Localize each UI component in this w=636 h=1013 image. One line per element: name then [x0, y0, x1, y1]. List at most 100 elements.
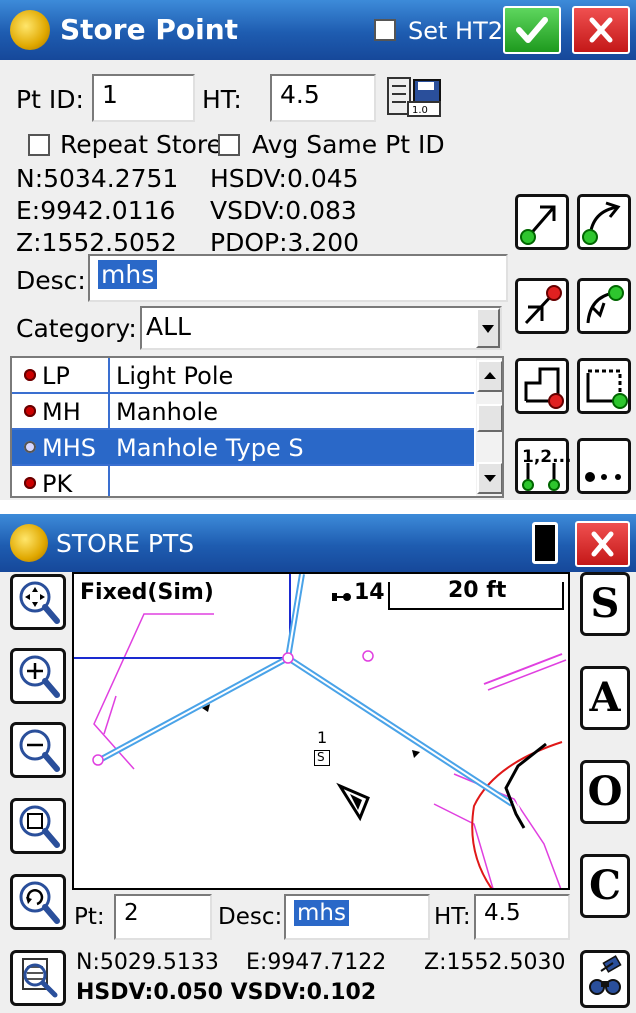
arc-end-green-icon: [586, 285, 624, 324]
easting-readout: E:9942.0116: [16, 196, 176, 225]
ht-input[interactable]: 4.5: [270, 74, 376, 122]
easting-readout: E:9947.7122: [246, 950, 387, 975]
sequence-store-button[interactable]: 1,2...: [515, 438, 572, 494]
scroll-up-button[interactable]: [477, 360, 502, 392]
zoom-previous-button[interactable]: [10, 874, 66, 930]
list-item[interactable]: PK: [12, 466, 474, 498]
list-item-code: MH: [42, 398, 81, 426]
store-arc-start-button[interactable]: [577, 194, 631, 250]
list-item-selected[interactable]: MHS Manhole Type S: [12, 430, 474, 466]
rectangle-button[interactable]: [577, 358, 631, 414]
satellite-binoculars-icon: [589, 955, 622, 995]
zoom-extents-button[interactable]: [10, 574, 66, 630]
set-ht2-label: Set HT2: [408, 17, 504, 45]
ht-calculator-icon: 1.0: [387, 77, 441, 117]
polygon-close-red-icon: [524, 367, 564, 409]
pt-label: Pt:: [74, 904, 105, 930]
desc-label: Desc:: [218, 904, 283, 930]
ellipsis-icon: [585, 472, 621, 482]
store-button-o[interactable]: O: [580, 760, 630, 824]
ht-input[interactable]: 4.5: [474, 894, 570, 940]
app-helmet-icon: [10, 524, 48, 562]
chevron-down-icon: [482, 325, 494, 333]
hsdv-readout: HSDV:0.045: [210, 164, 359, 193]
pt-input[interactable]: 2: [114, 894, 212, 940]
store-point-titlebar: Store Point Set HT2: [0, 0, 636, 60]
ht-label: HT:: [202, 85, 242, 114]
vsdv-readout: VSDV:0.083: [210, 196, 357, 225]
ok-button[interactable]: [503, 6, 561, 54]
more-options-button[interactable]: [577, 438, 631, 494]
store-line-end-button[interactable]: [515, 278, 569, 334]
elevation-readout: Z:1552.5052: [16, 228, 177, 257]
close-button[interactable]: [575, 521, 630, 567]
close-button[interactable]: [572, 6, 630, 54]
panel-divider: [0, 500, 636, 514]
line-end-red-icon: [524, 285, 562, 325]
list-item-code: PK: [42, 470, 73, 498]
store-pts-panel: Fixed(Sim) 14 20 ft 1 S Pt: 2 Desc: mhs …: [0, 572, 636, 1013]
zoom-extents-icon: [19, 581, 60, 624]
window-title: STORE PTS: [56, 529, 195, 558]
zoom-previous-icon: [19, 881, 60, 924]
category-dropdown-arrow[interactable]: [476, 308, 500, 348]
standard-deviation-readout: HSDV:0.050 VSDV:0.102: [76, 980, 377, 1005]
list-item[interactable]: LP Light Pole: [12, 358, 474, 394]
zoom-out-button[interactable]: [10, 722, 66, 778]
desc-input[interactable]: mhs: [88, 254, 508, 302]
desc-label: Desc:: [16, 266, 86, 295]
scroll-thumb[interactable]: [477, 404, 502, 432]
window-title: Store Point: [60, 13, 239, 46]
list-item-code: LP: [42, 362, 70, 390]
list-item-name: Light Pole: [116, 362, 234, 390]
category-select[interactable]: ALL: [140, 306, 502, 350]
map-view[interactable]: Fixed(Sim) 14 20 ft 1 S: [72, 572, 570, 890]
store-button-a[interactable]: A: [580, 666, 630, 730]
battery-icon: [532, 522, 558, 564]
point-list-button[interactable]: [10, 950, 66, 1006]
point-dot-icon: [24, 477, 36, 489]
rectangle-green-icon: [586, 369, 628, 409]
store-button-c[interactable]: C: [580, 854, 630, 918]
store-pts-titlebar: STORE PTS: [0, 514, 636, 572]
store-button-s[interactable]: S: [580, 572, 630, 636]
zoom-window-button[interactable]: [10, 798, 66, 854]
desc-selected-text: mhs: [294, 900, 349, 926]
avg-same-pt-checkbox[interactable]: [218, 134, 240, 156]
pt-id-label: Pt ID:: [16, 85, 84, 114]
checkmark-icon: [516, 17, 548, 43]
list-item-name: Manhole: [116, 398, 218, 426]
list-item-code: MHS: [42, 434, 96, 462]
point-code-label: S: [317, 750, 325, 764]
code-list: LP Light Pole MH Manhole MHS Manhole Typ…: [10, 356, 504, 498]
list-scrollbar[interactable]: [476, 358, 502, 496]
point-dot-icon: [24, 441, 36, 453]
list-item-name: Manhole Type S: [116, 434, 304, 462]
zoom-in-button[interactable]: [10, 648, 66, 704]
ht-calculator-button[interactable]: 1.0: [386, 76, 444, 120]
store-offset-start-button[interactable]: [515, 194, 569, 250]
zoom-window-icon: [19, 805, 60, 848]
desc-input[interactable]: mhs: [284, 894, 430, 940]
category-value: ALL: [146, 312, 191, 341]
store-point-panel: Pt ID: 1 HT: 4.5 1.0 Repeat Store Avg Sa…: [0, 60, 636, 500]
point-marker[interactable]: S: [314, 750, 330, 766]
category-label: Category:: [16, 314, 137, 343]
pdop-readout: PDOP:3.200: [210, 228, 360, 257]
pt-id-input[interactable]: 1: [92, 74, 195, 122]
elevation-readout: Z:1552.5030: [424, 950, 566, 975]
set-ht2-checkbox[interactable]: [374, 19, 396, 41]
avg-same-pt-label: Avg Same Pt ID: [252, 130, 445, 159]
point-dot-icon: [24, 369, 36, 381]
ht-label: HT:: [434, 904, 471, 930]
northing-readout: N:5029.5133: [76, 950, 219, 975]
zoom-out-icon: [19, 729, 60, 772]
chevron-up-icon: [484, 372, 496, 379]
repeat-store-checkbox[interactable]: [28, 134, 50, 156]
close-polygon-button[interactable]: [515, 358, 569, 414]
list-item[interactable]: MH Manhole: [12, 394, 474, 430]
scroll-down-button[interactable]: [477, 462, 502, 494]
store-arc-end-button[interactable]: [577, 278, 631, 334]
satellite-view-button[interactable]: [580, 950, 630, 1008]
point-number-label: 1: [317, 728, 328, 747]
